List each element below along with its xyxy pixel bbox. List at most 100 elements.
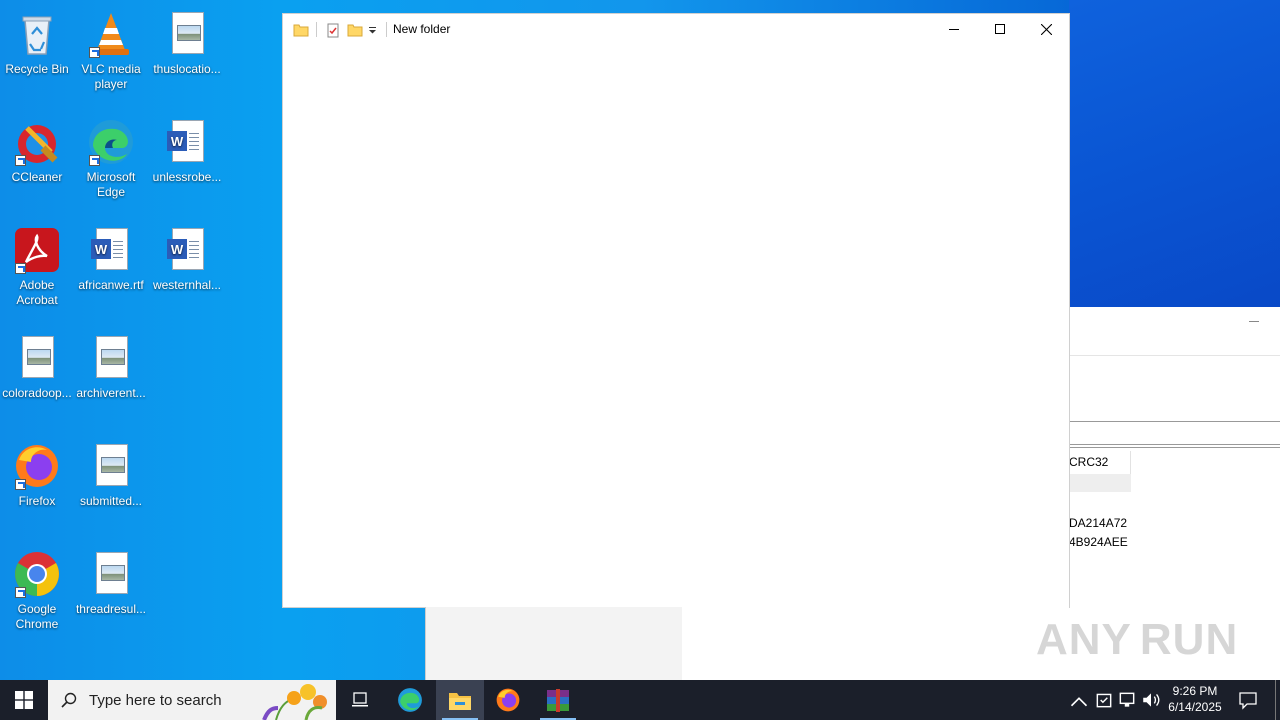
crc32-column-header[interactable]: CRC32 [1069,451,1131,474]
minimize-icon [949,29,959,30]
desktop-icon-label: threadresul... [75,602,147,616]
taskbar-winrar-button[interactable] [534,680,582,720]
shortcut-arrow-icon [89,155,100,166]
shortcut-arrow-icon [89,47,100,58]
notifications-icon[interactable] [1238,690,1258,710]
close-icon [1040,23,1052,35]
security-tray-icon[interactable] [1094,690,1114,710]
ccleaner-icon [13,118,61,166]
desktop-icon-westernhal[interactable]: W westernhal... [150,220,224,320]
windows-logo-icon [15,691,33,709]
task-view-icon [352,692,368,707]
close-button[interactable] [1023,14,1069,44]
divider [1069,355,1280,356]
chevron-up-icon[interactable] [1069,692,1089,712]
taskbar-search[interactable]: Type here to search [48,680,336,720]
image-file-icon [87,442,135,490]
minimize-button[interactable] [931,14,977,44]
properties-icon[interactable] [325,22,341,38]
desktop-icon-label: archiverent... [76,386,146,400]
desktop-icon-label: Recycle Bin [5,62,69,76]
desktop-icon-vlc[interactable]: VLC media player [74,4,148,104]
show-desktop-button[interactable] [1275,680,1276,720]
desktop-icon-ccleaner[interactable]: CCleaner [0,112,74,212]
search-icon [61,692,77,708]
image-file-icon [163,10,211,58]
crc-value: 4B924AEE [1069,535,1128,549]
desktop-wallpaper-right [1069,0,1280,307]
shortcut-arrow-icon [15,263,26,274]
maximize-button[interactable] [977,14,1023,44]
desktop-icon-submitted[interactable]: submitted... [74,436,148,536]
clock-date: 6/14/2025 [1168,700,1222,714]
desktop-icon-label: CCleaner [11,170,63,184]
taskbar-file-explorer-button[interactable] [436,680,484,720]
image-file-icon [13,334,61,382]
task-view-button[interactable] [336,680,384,720]
edge-icon [87,118,135,166]
divider [316,22,317,37]
file-explorer-icon [449,693,471,710]
vlc-cone-icon [87,10,135,58]
background-window-area [425,607,683,680]
file-explorer-window[interactable]: New folder [283,14,1069,607]
desktop-icon-unlessrobe[interactable]: W unlessrobe... [150,112,224,212]
desktop-icon-label: unlessrobe... [152,170,222,184]
clock-time: 9:26 PM [1172,684,1218,698]
image-file-icon [87,334,135,382]
minimize-glyph [1249,321,1259,322]
screen: Recycle Bin CCleaner Adobe Acrobat color… [0,0,1280,720]
new-folder-icon[interactable] [347,22,363,38]
desktop-icon-label: africanwe.rtf [78,278,144,292]
desktop-icon-firefox[interactable]: Firefox [0,436,74,536]
desktop-icon-adobe-acrobat[interactable]: Adobe Acrobat [0,220,74,320]
volume-icon[interactable] [1141,690,1161,710]
folder-icon [293,24,309,37]
desktop-icon-microsoft-edge[interactable]: Microsoft Edge [74,112,148,212]
word-document-icon: W [163,118,211,166]
divider [1069,421,1280,422]
maximize-icon [995,24,1005,34]
taskbar-firefox-button[interactable] [484,680,532,720]
shortcut-arrow-icon [15,479,26,490]
firefox-icon [13,442,61,490]
search-placeholder: Type here to search [89,691,222,709]
desktop-icon-label: Microsoft Edge [86,170,136,199]
crc-value: DA214A72 [1069,516,1128,530]
google-chrome-icon [13,550,61,598]
firefox-icon [496,688,520,712]
desktop-icon-thuslocatio[interactable]: thuslocatio... [150,4,224,104]
word-document-icon: W [87,226,135,274]
desktop-icon-archiverent[interactable]: archiverent... [74,328,148,428]
desktop-icon-label: Adobe Acrobat [16,278,58,307]
divider [386,22,387,37]
shortcut-arrow-icon [15,155,26,166]
watermark: ANY RUN [1036,615,1239,664]
word-document-icon: W [163,226,211,274]
winrar-icon [547,689,569,712]
desktop-icon-label: Google Chrome [15,602,59,631]
adobe-acrobat-icon [13,226,61,274]
desktop-icon-label: thuslocatio... [153,62,221,76]
network-icon[interactable] [1117,690,1137,710]
divider [1069,444,1280,448]
desktop-icon-coloradoop[interactable]: coloradoop... [0,328,74,428]
edge-icon [398,688,422,712]
chevron-down-icon[interactable] [368,26,377,35]
recycle-bin-icon [13,10,61,58]
desktop-icon-label: westernhal... [152,278,222,292]
desktop-icon-africanwe[interactable]: W africanwe.rtf [74,220,148,320]
selected-row [1069,474,1131,492]
title-bar[interactable]: New folder [283,14,1069,45]
window-title: New folder [393,22,451,36]
desktop-icon-label: VLC media player [81,62,141,91]
taskbar-clock[interactable]: 9:26 PM 6/14/2025 [1160,683,1230,717]
desktop-icon-label: coloradoop... [2,386,72,400]
start-button[interactable] [0,680,48,720]
desktop-icon-threadresul[interactable]: threadresul... [74,544,148,644]
desktop-icon-google-chrome[interactable]: Google Chrome [0,544,74,644]
taskbar-edge-button[interactable] [386,680,434,720]
background-window-area [682,607,1069,680]
desktop-icon-recycle-bin[interactable]: Recycle Bin [0,4,74,104]
desktop-icon-label: submitted... [79,494,143,508]
